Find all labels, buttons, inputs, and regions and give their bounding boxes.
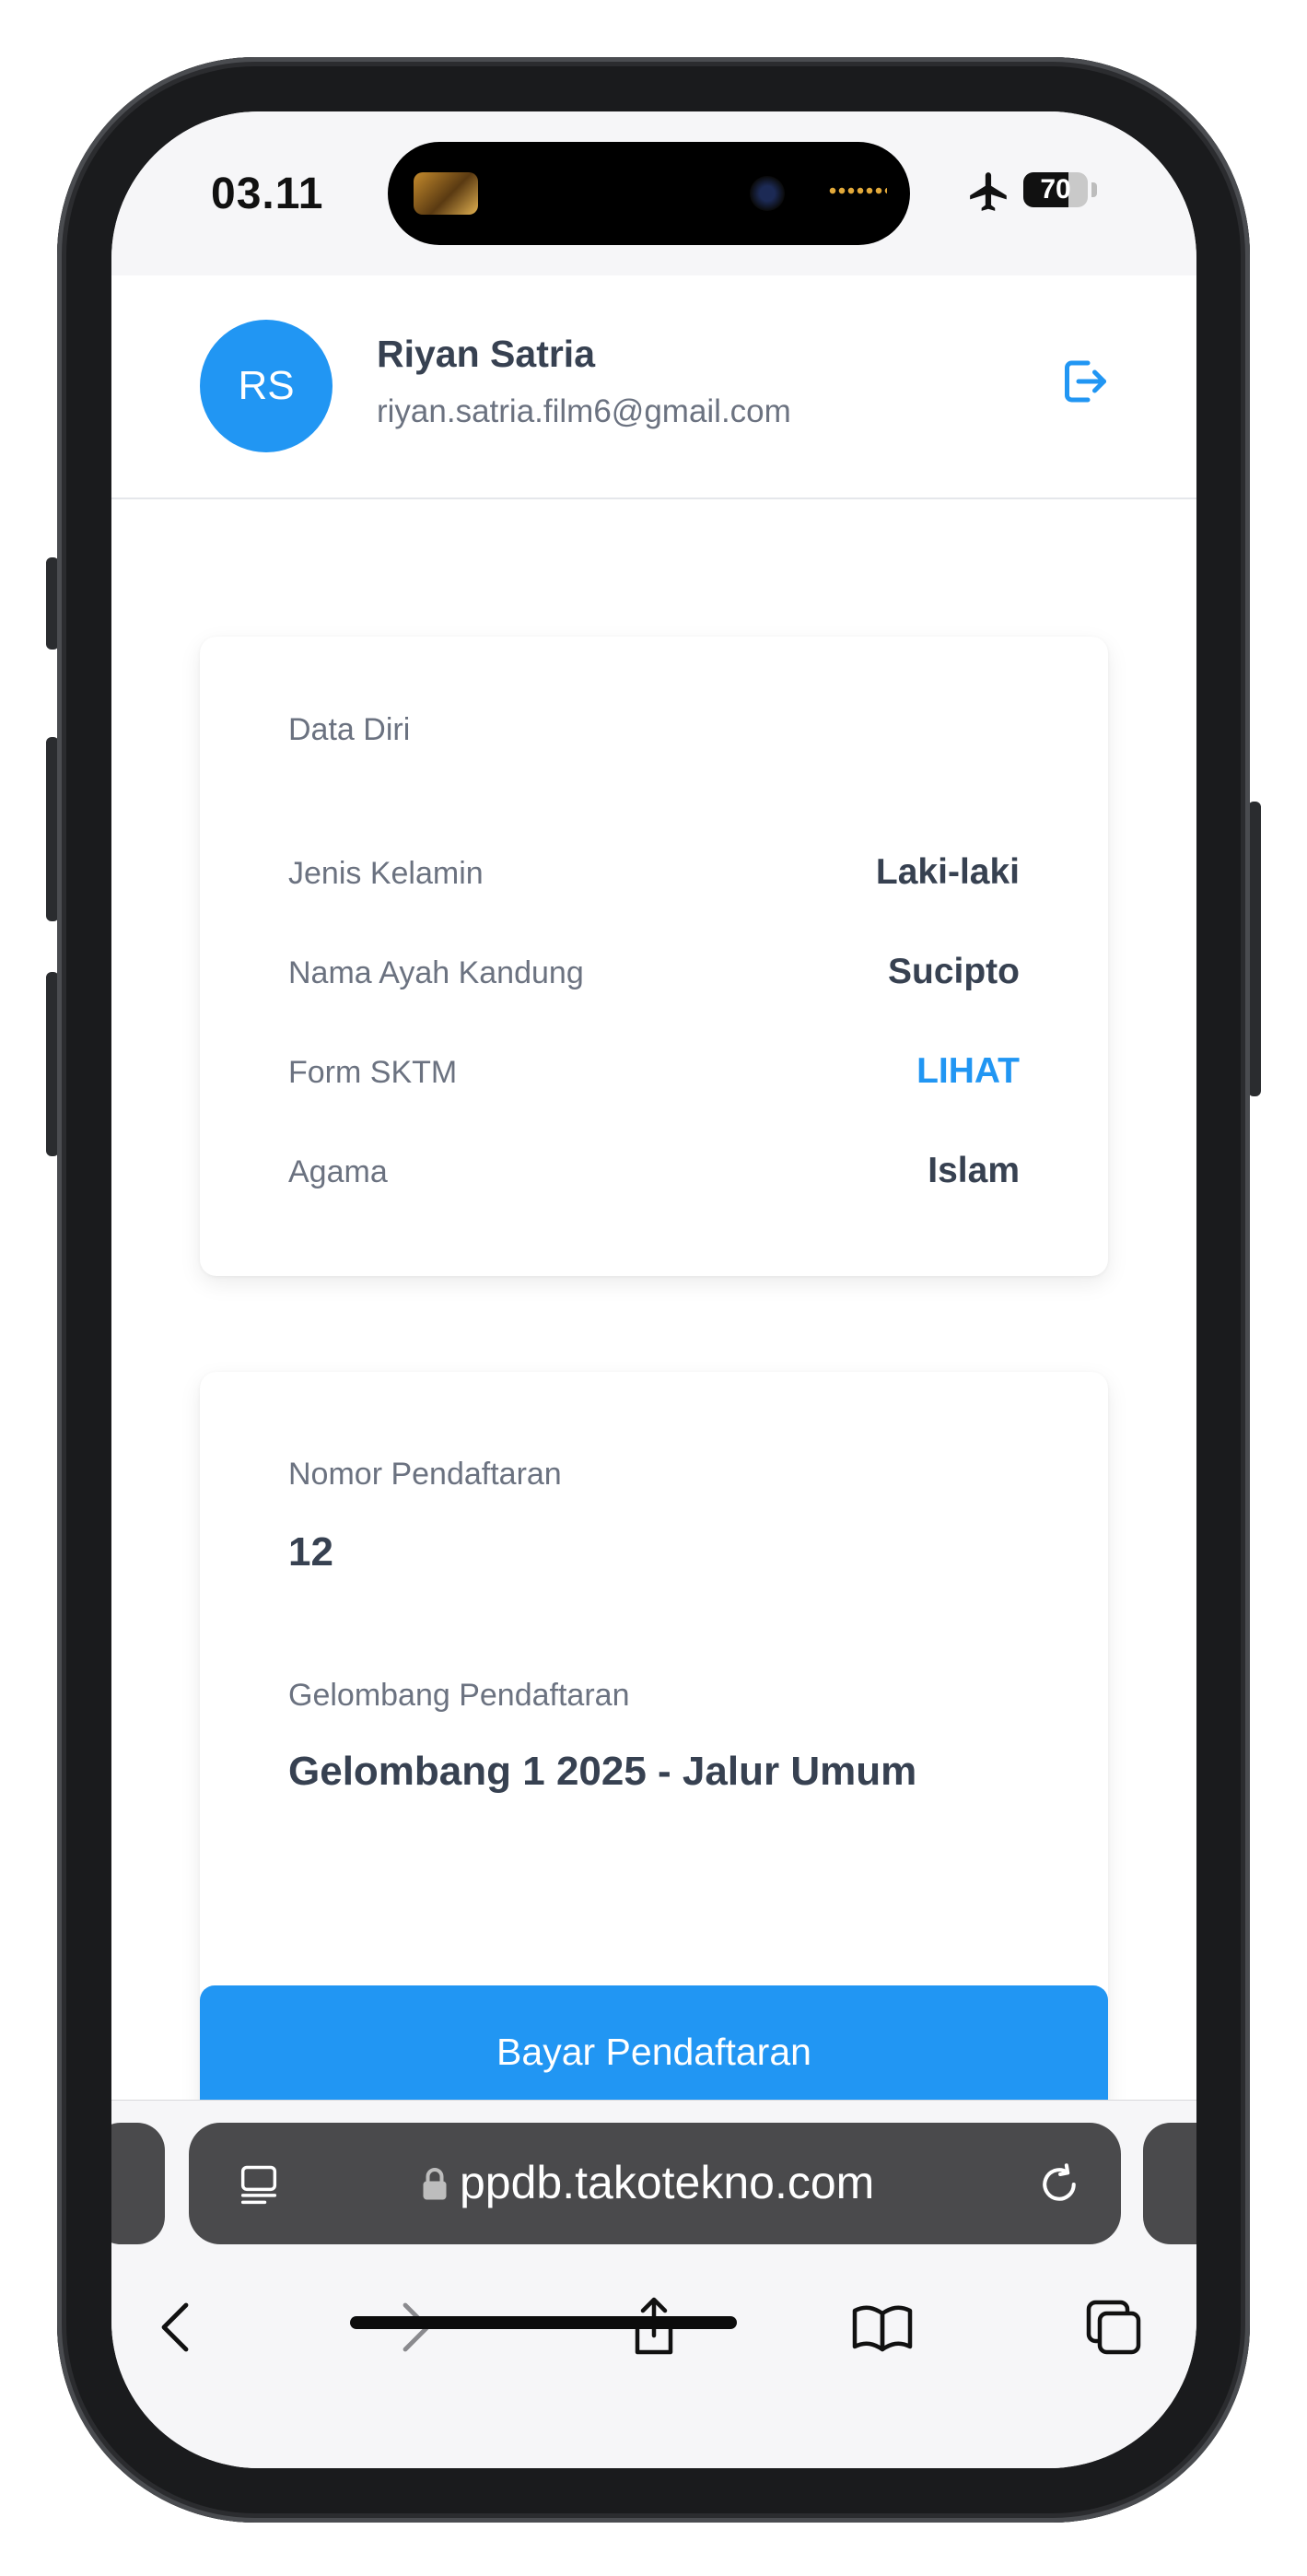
registration-wave-value: Gelombang 1 2025 - Jalur Umum [288, 1749, 917, 1794]
lock-icon [423, 2168, 447, 2200]
avatar[interactable]: RS [200, 320, 333, 452]
phone-screen: 03.11 70 RS Riyan Satria riyan.satria.fi… [111, 111, 1196, 2468]
logout-icon[interactable] [1056, 354, 1111, 409]
user-header: RS Riyan Satria riyan.satria.film6@gmail… [111, 275, 1196, 499]
gender-value: Laki-laki [875, 852, 1020, 892]
card-title: Data Diri [288, 712, 411, 747]
registration-number-label: Nomor Pendaftaran [288, 1457, 562, 1492]
battery-level: 70 [1040, 174, 1071, 205]
reload-icon[interactable] [1034, 2160, 1084, 2209]
dynamic-island [388, 142, 910, 245]
bookmarks-icon[interactable] [849, 2294, 916, 2360]
pay-registration-button[interactable]: Bayar Pendaftaran [200, 1985, 1108, 2100]
sktm-view-link[interactable]: LIHAT [916, 1051, 1020, 1092]
status-time: 03.11 [211, 170, 324, 218]
gender-label: Jenis Kelamin [288, 856, 484, 891]
registration-wave-label: Gelombang Pendaftaran [288, 1678, 630, 1713]
father-name-value: Sucipto [888, 952, 1020, 991]
browser-toolbar: ppdb.takotekno.com [111, 2100, 1196, 2468]
status-bar: 03.11 70 [111, 111, 1196, 275]
front-camera [750, 176, 785, 211]
home-indicator[interactable] [350, 2316, 737, 2329]
page-menu-icon[interactable] [235, 2161, 283, 2209]
power-button [1248, 802, 1261, 1096]
previous-tab-preview[interactable] [111, 2123, 165, 2244]
address-bar[interactable]: ppdb.takotekno.com [189, 2123, 1121, 2244]
user-name: Riyan Satria [377, 333, 595, 375]
religion-value: Islam [928, 1151, 1020, 1190]
sktm-form-label: Form SKTM [288, 1055, 458, 1090]
airplane-mode-icon [970, 172, 1007, 211]
battery-tip [1091, 182, 1097, 197]
back-icon[interactable] [145, 2294, 211, 2360]
user-email: riyan.satria.film6@gmail.com [377, 393, 791, 429]
tabs-icon[interactable] [1080, 2294, 1147, 2360]
religion-label: Agama [288, 1154, 388, 1189]
next-tab-preview[interactable] [1143, 2123, 1196, 2244]
activity-indicator [828, 187, 887, 194]
now-playing-artwork [414, 172, 478, 215]
battery-icon: 70 [1023, 172, 1088, 207]
url-text[interactable]: ppdb.takotekno.com [460, 2156, 874, 2209]
web-page: RS Riyan Satria riyan.satria.film6@gmail… [111, 275, 1196, 2100]
father-name-label: Nama Ayah Kandung [288, 955, 584, 990]
personal-data-card: Data Diri Jenis Kelamin Laki-laki Nama A… [200, 637, 1108, 1276]
registration-number-value: 12 [288, 1529, 333, 1575]
